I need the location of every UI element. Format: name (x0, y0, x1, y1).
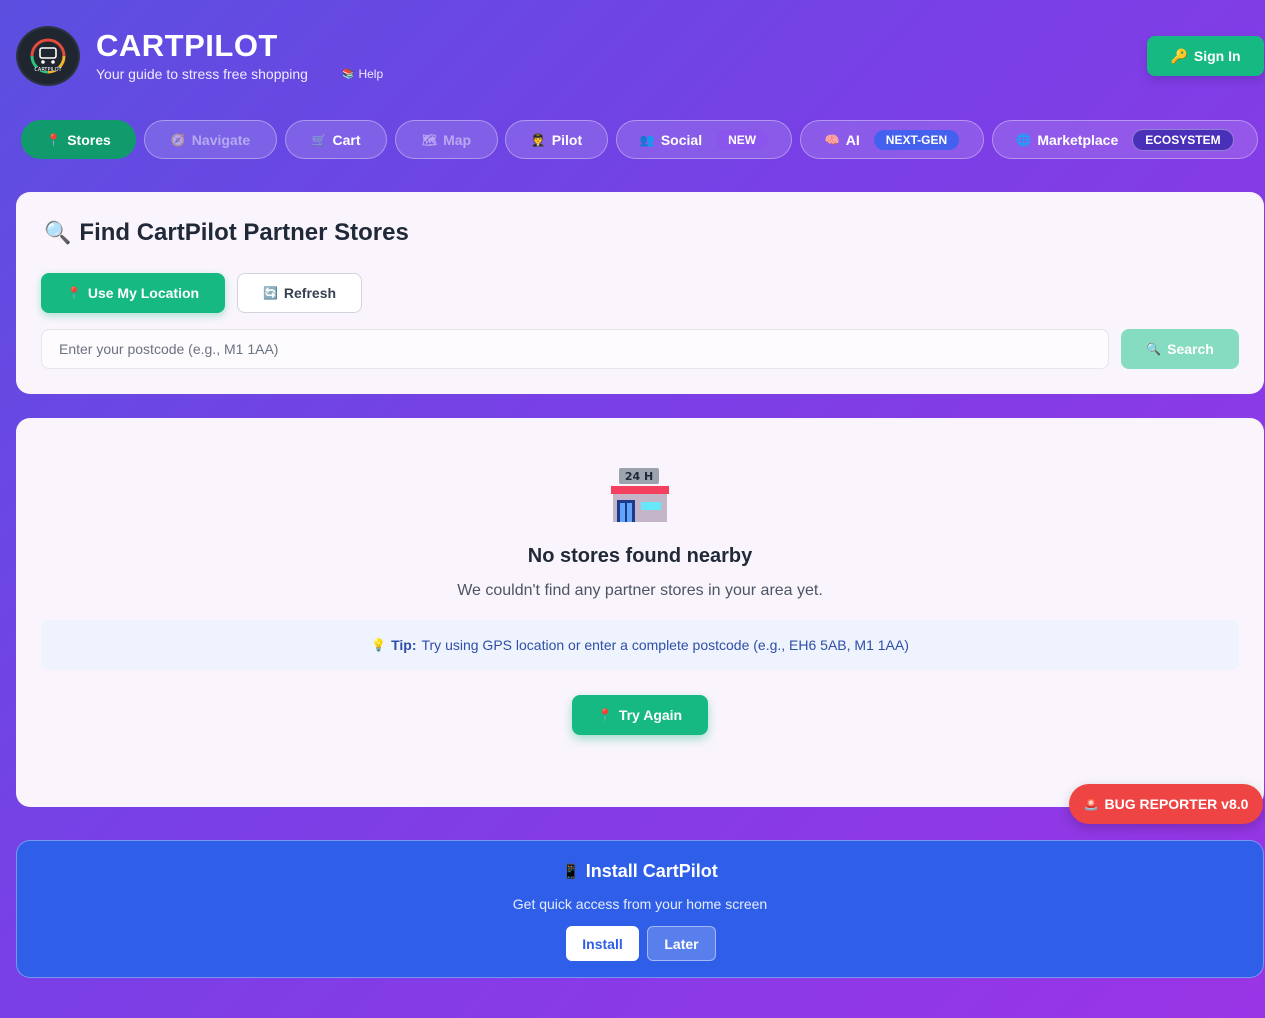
later-button[interactable]: Later (647, 926, 716, 961)
cartpilot-logo[interactable]: CARTPILOT (16, 26, 80, 86)
tab-label: AI (845, 131, 860, 148)
install-title: Install CartPilot (585, 861, 718, 881)
new-badge: NEW (716, 129, 769, 150)
tab-cart[interactable]: 🛒 Cart (285, 120, 387, 159)
search-icon: 🔍 (1146, 342, 1162, 356)
refresh-button[interactable]: 🔄 Refresh (237, 273, 362, 313)
tip-box: 💡 Tip: Try using GPS location or enter a… (41, 620, 1239, 670)
tab-navigate[interactable]: 🧭 Navigate (144, 120, 277, 159)
globe-icon: 🌐 (1016, 132, 1032, 147)
empty-title: No stores found nearby (527, 545, 753, 567)
pin-icon: 📍 (597, 708, 613, 722)
help-link[interactable]: 📚 Help (342, 67, 383, 81)
brand-subtitle: Your guide to stress free shopping (96, 66, 308, 82)
pin-icon: 📍 (66, 286, 82, 300)
cart-logo-icon: CARTPILOT (30, 38, 66, 74)
use-location-label: Use My Location (87, 285, 200, 301)
results-card: 24 H No stores found nearby We couldn't … (16, 418, 1264, 807)
magnifier-icon: 🔍 (44, 220, 72, 245)
pilot-icon: 🧑‍✈️ (530, 132, 546, 147)
install-banner: 📱 Install CartPilot Get quick access fro… (16, 840, 1264, 978)
svg-text:CARTPILOT: CARTPILOT (34, 67, 62, 73)
use-my-location-button[interactable]: 📍 Use My Location (41, 273, 225, 313)
tab-social[interactable]: 👥 Social NEW (616, 120, 792, 159)
tab-label: Marketplace (1037, 131, 1119, 148)
store-sign-text: 24 H (625, 470, 653, 483)
finder-title: Find CartPilot Partner Stores (79, 219, 409, 246)
refresh-label: Refresh (283, 285, 337, 301)
help-icon: 📚 (342, 68, 355, 80)
map-icon: 🗺 (421, 132, 438, 147)
tip-text: Try using GPS location or enter a comple… (421, 637, 909, 653)
install-button[interactable]: Install (566, 926, 639, 961)
install-heading: 📱 Install CartPilot (17, 861, 1263, 882)
tip-label: Tip: (391, 637, 417, 653)
next-gen-badge: NEXT-GEN (873, 129, 960, 150)
brand-title: CARTPILOT (96, 28, 278, 63)
sign-in-button[interactable]: 🔑 Sign In (1147, 36, 1264, 76)
finder-heading: 🔍 Find CartPilot Partner Stores (44, 219, 409, 247)
bug-reporter-label: BUG REPORTER v8.0 (1104, 796, 1249, 812)
tab-pilot[interactable]: 🧑‍✈️ Pilot (505, 120, 608, 159)
tab-map[interactable]: 🗺 Map (395, 120, 498, 159)
app-header: CARTPILOT CARTPILOT Your guide to stress… (16, 26, 1264, 88)
pin-icon: 📍 (46, 132, 62, 147)
store-finder-card: 🔍 Find CartPilot Partner Stores 📍 Use My… (16, 192, 1264, 394)
tab-label: Cart (332, 131, 361, 148)
search-label: Search (1167, 341, 1214, 357)
tab-label: Map (443, 131, 472, 148)
tab-ai[interactable]: 🧠 AI NEXT-GEN (800, 120, 984, 159)
tab-label: Stores (67, 131, 111, 148)
key-icon: 🔑 (1170, 47, 1188, 64)
search-button[interactable]: 🔍 Search (1121, 329, 1239, 369)
sign-in-label: Sign In (1193, 48, 1241, 64)
cart-icon: 🛒 (311, 132, 327, 147)
try-again-label: Try Again (618, 707, 683, 723)
convenience-store-icon: 24 H (611, 468, 669, 522)
tab-stores[interactable]: 📍 Stores (21, 120, 136, 159)
phone-icon: 📱 (562, 863, 580, 879)
compass-icon: 🧭 (170, 132, 186, 147)
try-again-button[interactable]: 📍 Try Again (572, 695, 708, 735)
ecosystem-badge: ECOSYSTEM (1132, 128, 1234, 151)
refresh-icon: 🔄 (262, 286, 278, 300)
tab-label: Social (660, 131, 703, 148)
tab-label: Navigate (191, 131, 251, 148)
brain-icon: 🧠 (824, 132, 840, 147)
install-subtitle: Get quick access from your home screen (512, 896, 768, 912)
tab-label: Pilot (551, 131, 583, 148)
tab-marketplace[interactable]: 🌐 Marketplace ECOSYSTEM (992, 120, 1258, 159)
help-label: Help (358, 67, 384, 81)
lightbulb-icon: 💡 (371, 638, 387, 652)
empty-subtitle: We couldn't find any partner stores in y… (457, 582, 823, 599)
bug-reporter-button[interactable]: 🚨 BUG REPORTER v8.0 (1069, 784, 1263, 824)
postcode-input[interactable] (41, 329, 1109, 369)
people-icon: 👥 (639, 132, 655, 147)
siren-icon: 🚨 (1083, 797, 1099, 811)
